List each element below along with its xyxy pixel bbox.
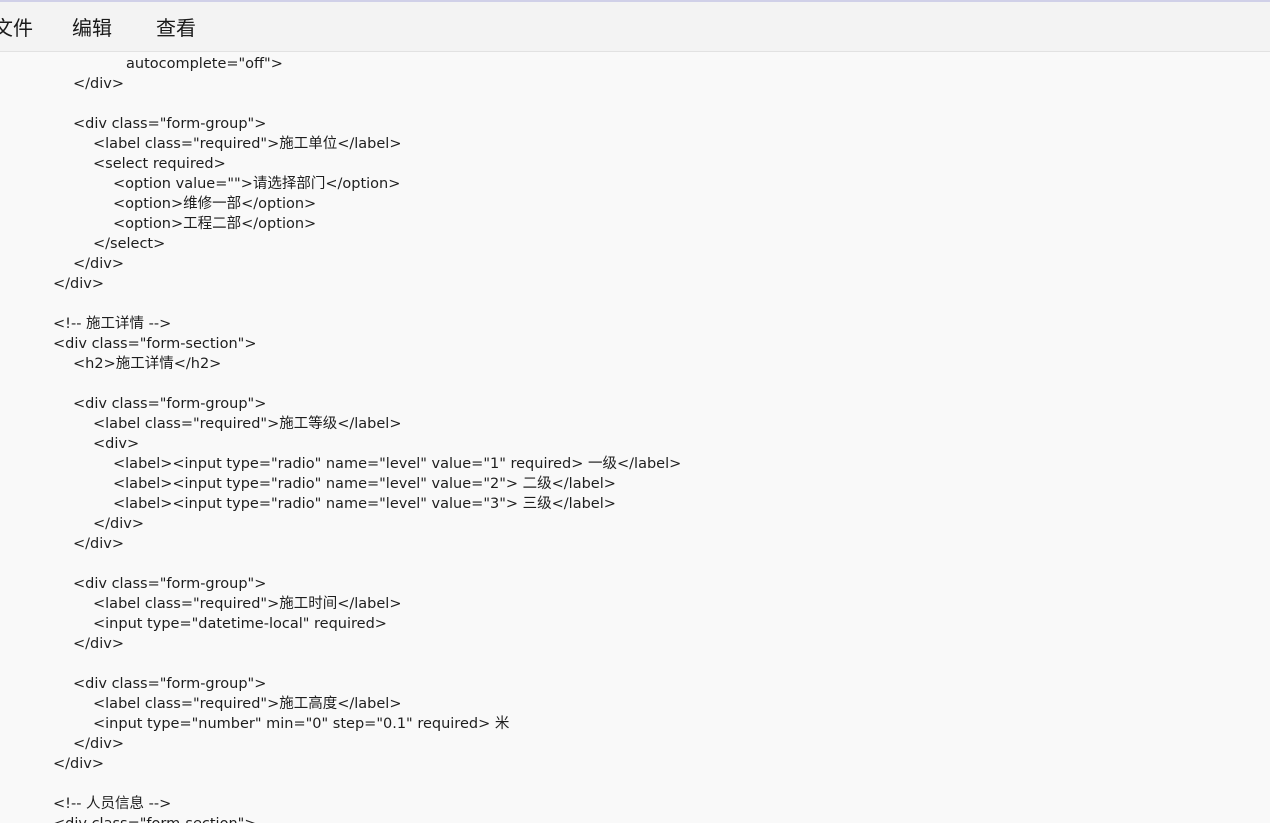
code-line: <div> <box>93 436 140 452</box>
code-line: <option value="">请选择部门</option> <box>113 176 401 192</box>
code-line: <div class="form-section"> <box>53 814 256 823</box>
code-line: <div class="form-section"> <box>53 336 257 352</box>
code-line: </select> <box>93 236 166 252</box>
code-line: <h2>施工详情</h2> <box>73 356 222 372</box>
code-line: <input type="number" min="0" step="0.1" … <box>93 716 510 732</box>
code-line: <div class="form-group"> <box>73 116 267 132</box>
code-line: <div class="form-group"> <box>73 576 267 592</box>
code-line: <label><input type="radio" name="level" … <box>113 456 682 472</box>
code-line: <!-- 人员信息 --> <box>53 796 172 812</box>
code-line: </div> <box>73 76 124 92</box>
code-line: </div> <box>73 636 124 652</box>
code-line: </div> <box>73 256 124 272</box>
menu-view[interactable]: 查看 <box>156 15 196 41</box>
code-line: <div class="form-group"> <box>73 676 267 692</box>
code-line: <option>维修一部</option> <box>113 196 317 212</box>
code-line: <label class="required">施工高度</label> <box>93 696 402 712</box>
code-line: </div> <box>53 276 104 292</box>
code-line: autocomplete="off"> <box>126 56 283 72</box>
code-line: <select required> <box>93 156 226 172</box>
code-line: <input type="datetime-local" required> <box>93 616 387 632</box>
code-line: <label><input type="radio" name="level" … <box>113 476 616 492</box>
code-line: <option>工程二部</option> <box>113 216 317 232</box>
text-editor-area[interactable]: autocomplete="off"> </div> <div class="for… <box>0 52 1270 823</box>
code-line: <!-- 施工详情 --> <box>53 316 172 332</box>
menu-bar: 文件 编辑 查看 <box>0 0 1270 52</box>
code-line: </div> <box>53 756 104 772</box>
code-line: </div> <box>73 536 124 552</box>
code-line: <label class="required">施工单位</label> <box>93 136 402 152</box>
code-line: <label><input type="radio" name="level" … <box>113 496 616 512</box>
menu-edit[interactable]: 编辑 <box>72 15 112 41</box>
code-line: <div class="form-group"> <box>73 396 267 412</box>
menu-file[interactable]: 文件 <box>0 15 33 41</box>
code-line: <label class="required">施工等级</label> <box>93 416 402 432</box>
code-line: </div> <box>93 516 144 532</box>
code-line: </div> <box>73 736 124 752</box>
code-line: <label class="required">施工时间</label> <box>93 596 402 612</box>
